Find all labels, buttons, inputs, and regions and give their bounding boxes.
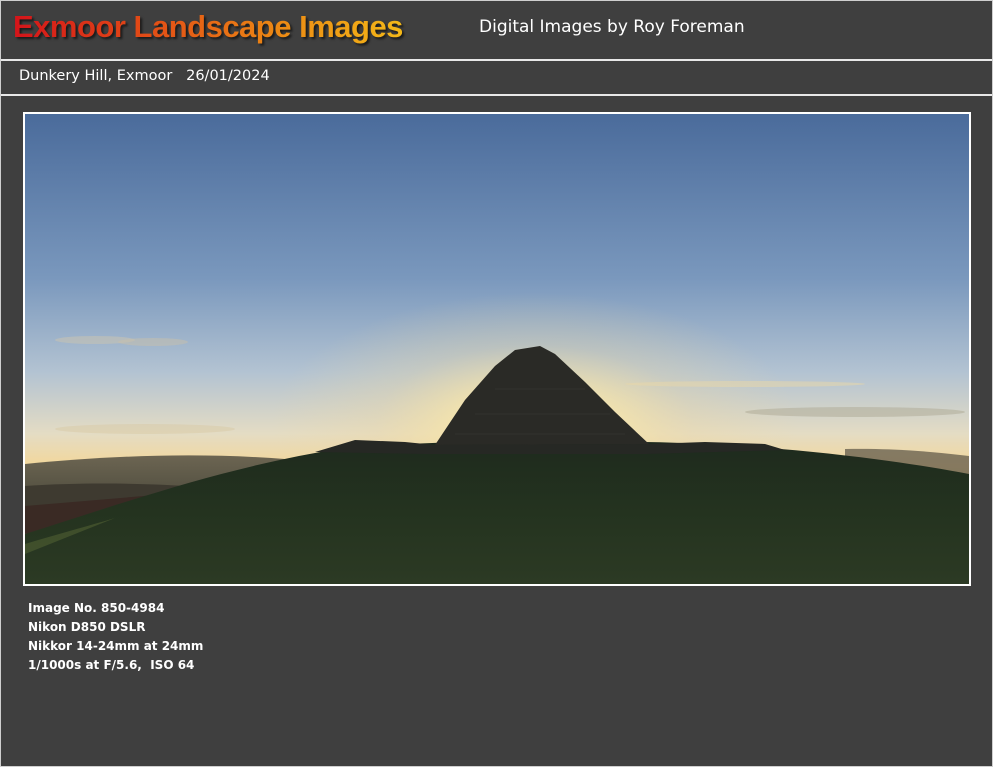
image-number: Image No. 850-4984: [28, 601, 165, 615]
photo-frame: [23, 112, 971, 586]
site-subtitle: Digital Images by Roy Foreman: [479, 17, 745, 37]
header-divider: [1, 59, 992, 61]
lens-info: Nikkor 14-24mm at 24mm: [28, 639, 204, 653]
image-caption: Dunkery Hill, Exmoor 26/01/2024: [19, 68, 270, 84]
landscape-photo: [25, 114, 969, 584]
image-details: Image No. 850-4984 Nikon D850 DSLR Nikko…: [28, 599, 203, 675]
caption-location: Dunkery Hill, Exmoor: [19, 68, 173, 84]
page: Exmoor Landscape Images Digital Images b…: [0, 0, 993, 767]
site-title[interactable]: Exmoor Landscape Images: [13, 9, 403, 45]
caption-divider: [1, 94, 992, 96]
camera-model: Nikon D850 DSLR: [28, 620, 146, 634]
exposure-info: 1/1000s at F/5.6, ISO 64: [28, 658, 195, 672]
site-header: Exmoor Landscape Images Digital Images b…: [1, 1, 992, 59]
caption-date: 26/01/2024: [186, 68, 270, 84]
